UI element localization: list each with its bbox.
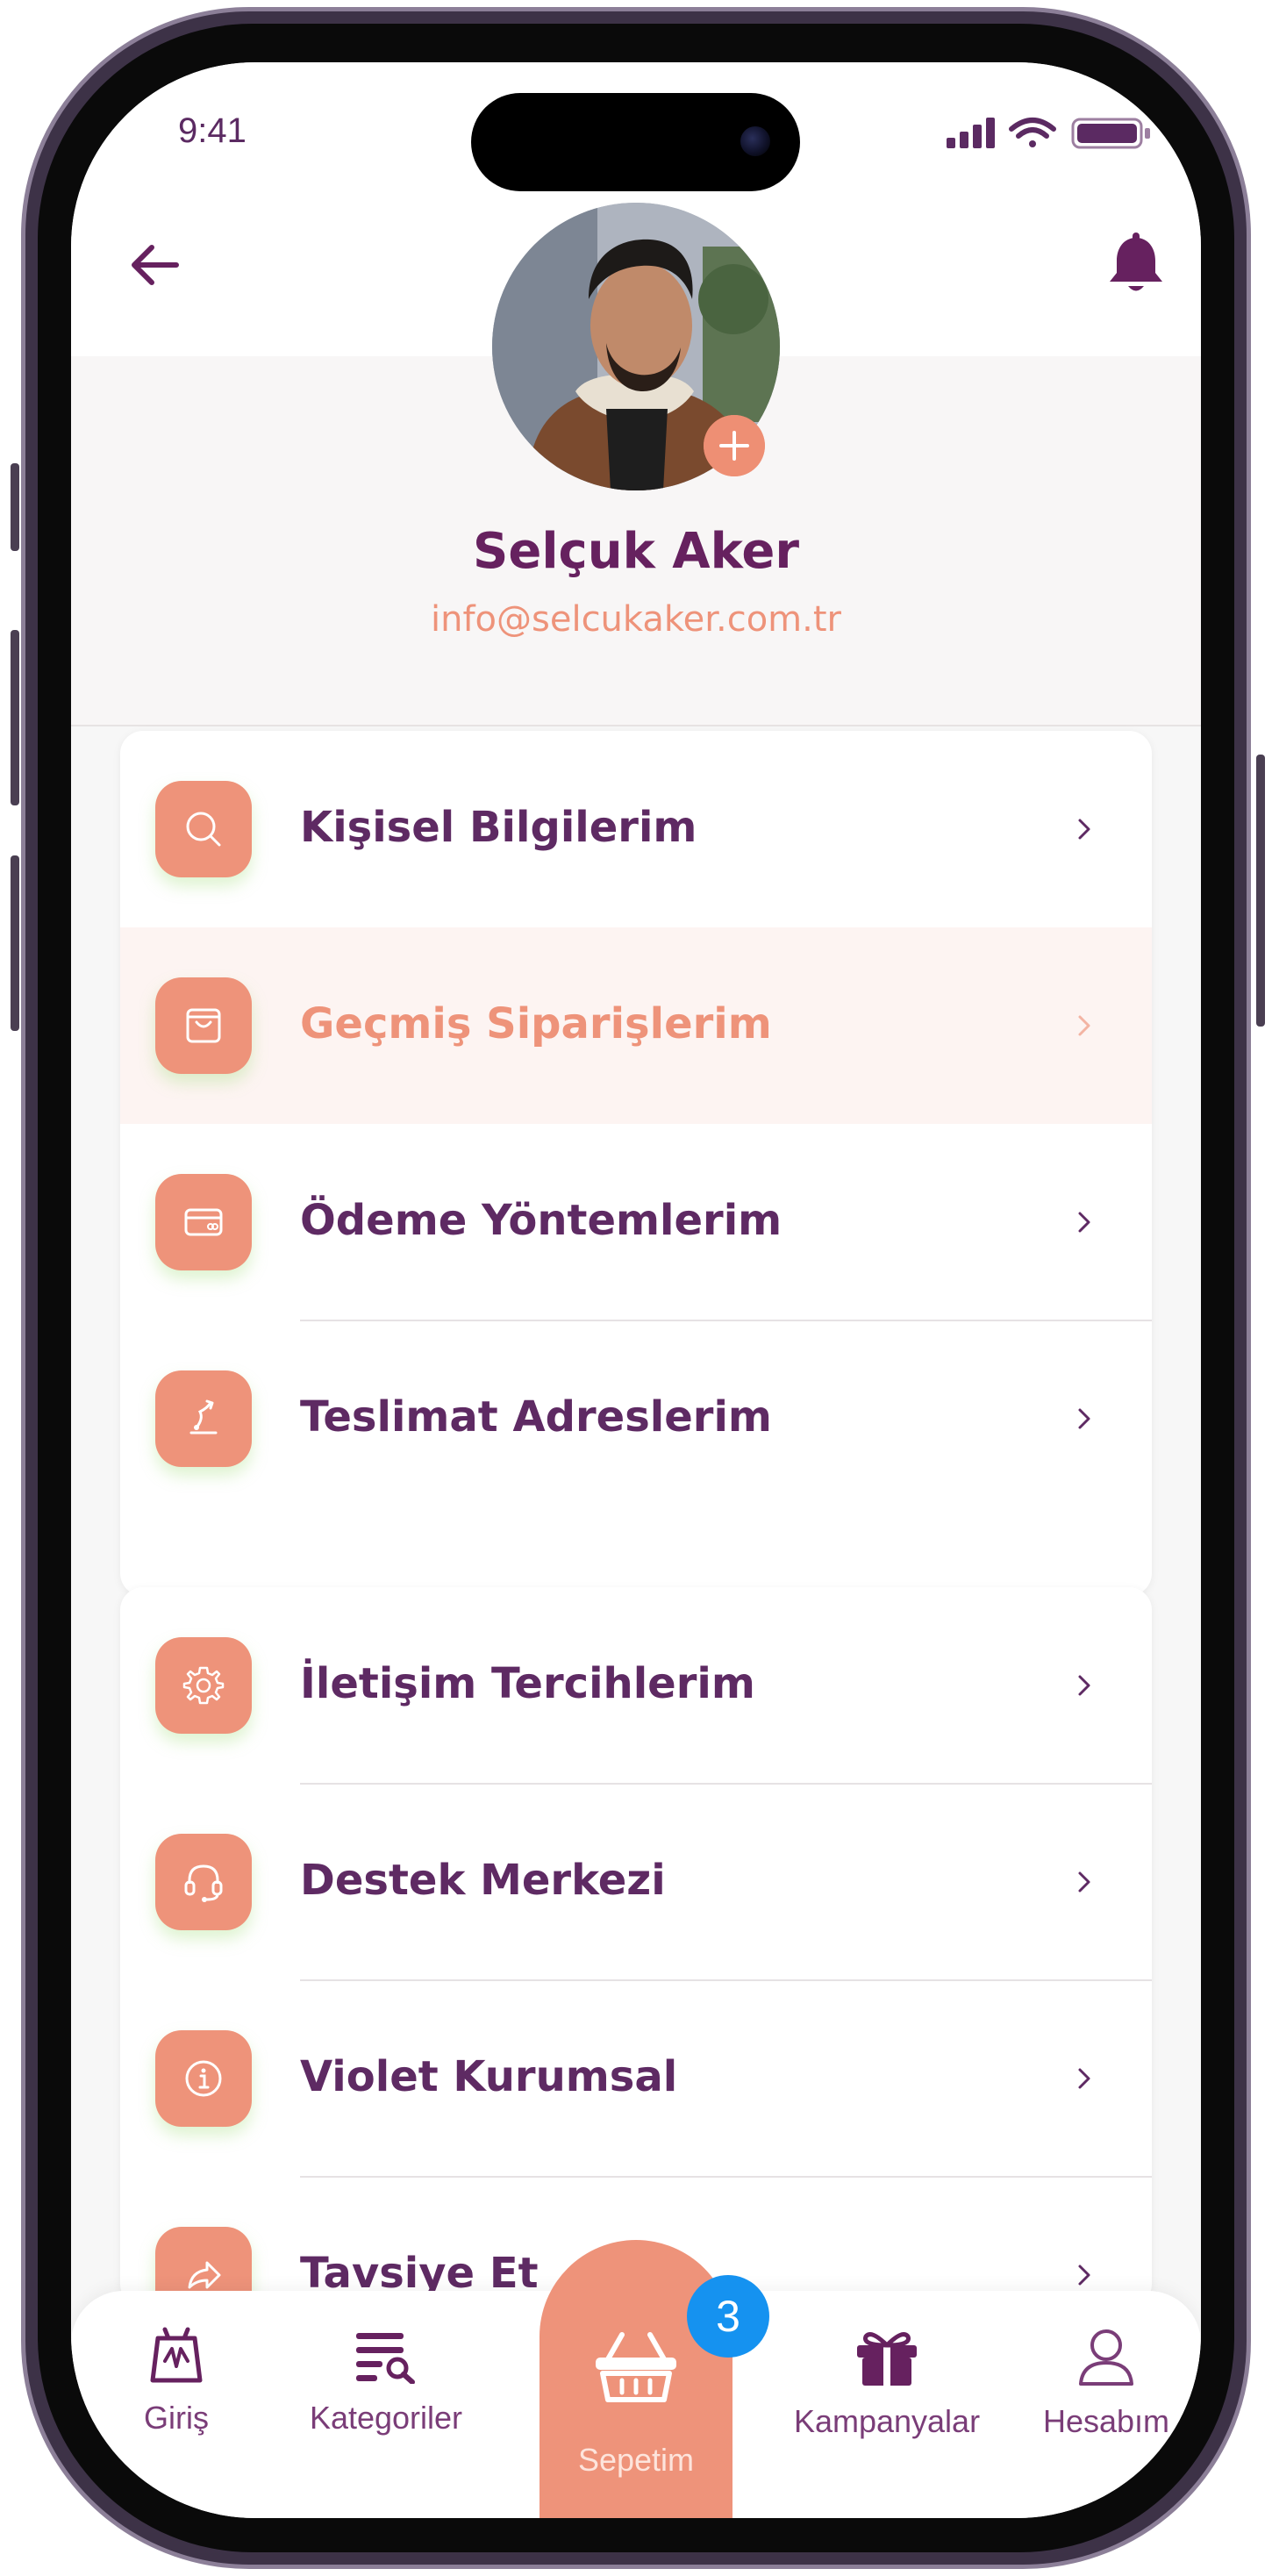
- bell-icon[interactable]: [1101, 229, 1171, 299]
- chevron-right-icon: [1078, 1675, 1090, 1696]
- user-icon: [1079, 2329, 1133, 2386]
- dynamic-island: [471, 93, 800, 191]
- shopping-bag-icon: [186, 1008, 221, 1043]
- row-icon-bg: [155, 781, 252, 877]
- wifi-icon: [1009, 118, 1056, 147]
- camera-lens: [740, 126, 770, 156]
- row-icon-bg: [155, 977, 252, 1074]
- nav-campaigns-label: Kampanyalar: [793, 2403, 981, 2439]
- search-icon: [186, 812, 221, 847]
- nav-home-label: Giriş: [144, 2400, 209, 2436]
- menu-item-label: Violet Kurumsal: [300, 2052, 678, 2101]
- chevron-right-icon: [1078, 2068, 1090, 2089]
- user-name: Selçuk Aker: [473, 523, 799, 580]
- power-button[interactable]: [1256, 755, 1265, 1027]
- status-time: 9:41: [178, 111, 247, 150]
- menu-item-label: Ödeme Yöntemlerim: [300, 1196, 782, 1245]
- app-screen: 9:41 Selçuk Aker info@selcukaker.com.tr …: [71, 62, 1201, 2518]
- menu-item-communication-prefs[interactable]: İletişim Tercihlerim: [120, 1587, 1152, 1784]
- row-icon-bg: [155, 1370, 252, 1467]
- nav-cart-label: Sepetim: [577, 2442, 695, 2478]
- chevron-right-icon: [1078, 1871, 1090, 1893]
- support-menu-card: İletişim Tercihlerim Destek Merkezi Viol…: [120, 1587, 1152, 2307]
- cart-count-badge: 3: [687, 2275, 769, 2358]
- menu-item-payment-methods[interactable]: Ödeme Yöntemlerim: [120, 1124, 1152, 1320]
- row-icon-bg: [155, 1834, 252, 1930]
- status-icons: [947, 118, 1150, 149]
- menu-item-label: Teslimat Adreslerim: [300, 1392, 772, 1442]
- signal-icon: [947, 118, 995, 148]
- nav-categories[interactable]: Kategoriler: [285, 2326, 487, 2436]
- account-menu-card: Kişisel Bilgilerim Geçmiş Siparişlerim Ö…: [120, 731, 1152, 1596]
- action-button[interactable]: [11, 463, 19, 551]
- menu-item-label: Kişisel Bilgilerim: [300, 803, 697, 852]
- menu-item-label: Geçmiş Siparişlerim: [300, 999, 772, 1048]
- menu-item-personal-info[interactable]: Kişisel Bilgilerim: [120, 731, 1152, 927]
- nav-account[interactable]: Hesabım: [1018, 2326, 1194, 2440]
- volume-up-button[interactable]: [11, 630, 19, 805]
- headset-icon: [184, 1864, 223, 1902]
- chevron-right-icon: [1078, 1212, 1090, 1233]
- list-search-icon: [356, 2333, 415, 2384]
- home-indicator: [527, 2493, 747, 2501]
- back-arrow-icon[interactable]: [124, 233, 187, 297]
- row-icon-bg: [155, 1637, 252, 1734]
- menu-item-delivery-addresses[interactable]: Teslimat Adreslerim: [120, 1320, 1152, 1517]
- battery-icon: [1071, 118, 1150, 149]
- nav-account-label: Hesabım: [1042, 2403, 1170, 2439]
- chevron-right-icon: [1078, 1015, 1090, 1036]
- row-icon-bg: [155, 1174, 252, 1270]
- credit-card-icon: [184, 1208, 223, 1236]
- chevron-right-icon: [1078, 1408, 1090, 1429]
- shopping-bag-home-icon: [150, 2327, 203, 2383]
- nav-categories-label: Kategoriler: [309, 2400, 463, 2436]
- gift-icon: [857, 2332, 917, 2386]
- nav-home[interactable]: Giriş: [75, 2326, 277, 2436]
- nav-campaigns[interactable]: Kampanyalar: [773, 2326, 1001, 2440]
- info-icon: [185, 2060, 222, 2097]
- volume-down-button[interactable]: [11, 855, 19, 1031]
- row-icon-bg: [155, 2030, 252, 2127]
- basket-icon: [596, 2332, 676, 2402]
- delivery-location-icon: [189, 1399, 218, 1435]
- menu-item-label: İletişim Tercihlerim: [300, 1659, 755, 1708]
- add-photo-icon[interactable]: [704, 415, 765, 476]
- menu-item-label: Destek Merkezi: [300, 1856, 666, 1905]
- chevron-right-icon: [1078, 819, 1090, 840]
- user-email: info@selcukaker.com.tr: [430, 599, 841, 640]
- menu-item-past-orders[interactable]: Geçmiş Siparişlerim: [120, 927, 1152, 1124]
- menu-item-support-center[interactable]: Destek Merkezi: [120, 1784, 1152, 1980]
- gear-icon: [182, 1666, 225, 1705]
- menu-item-corporate[interactable]: Violet Kurumsal: [120, 1980, 1152, 2177]
- chevron-right-icon: [1078, 2265, 1090, 2286]
